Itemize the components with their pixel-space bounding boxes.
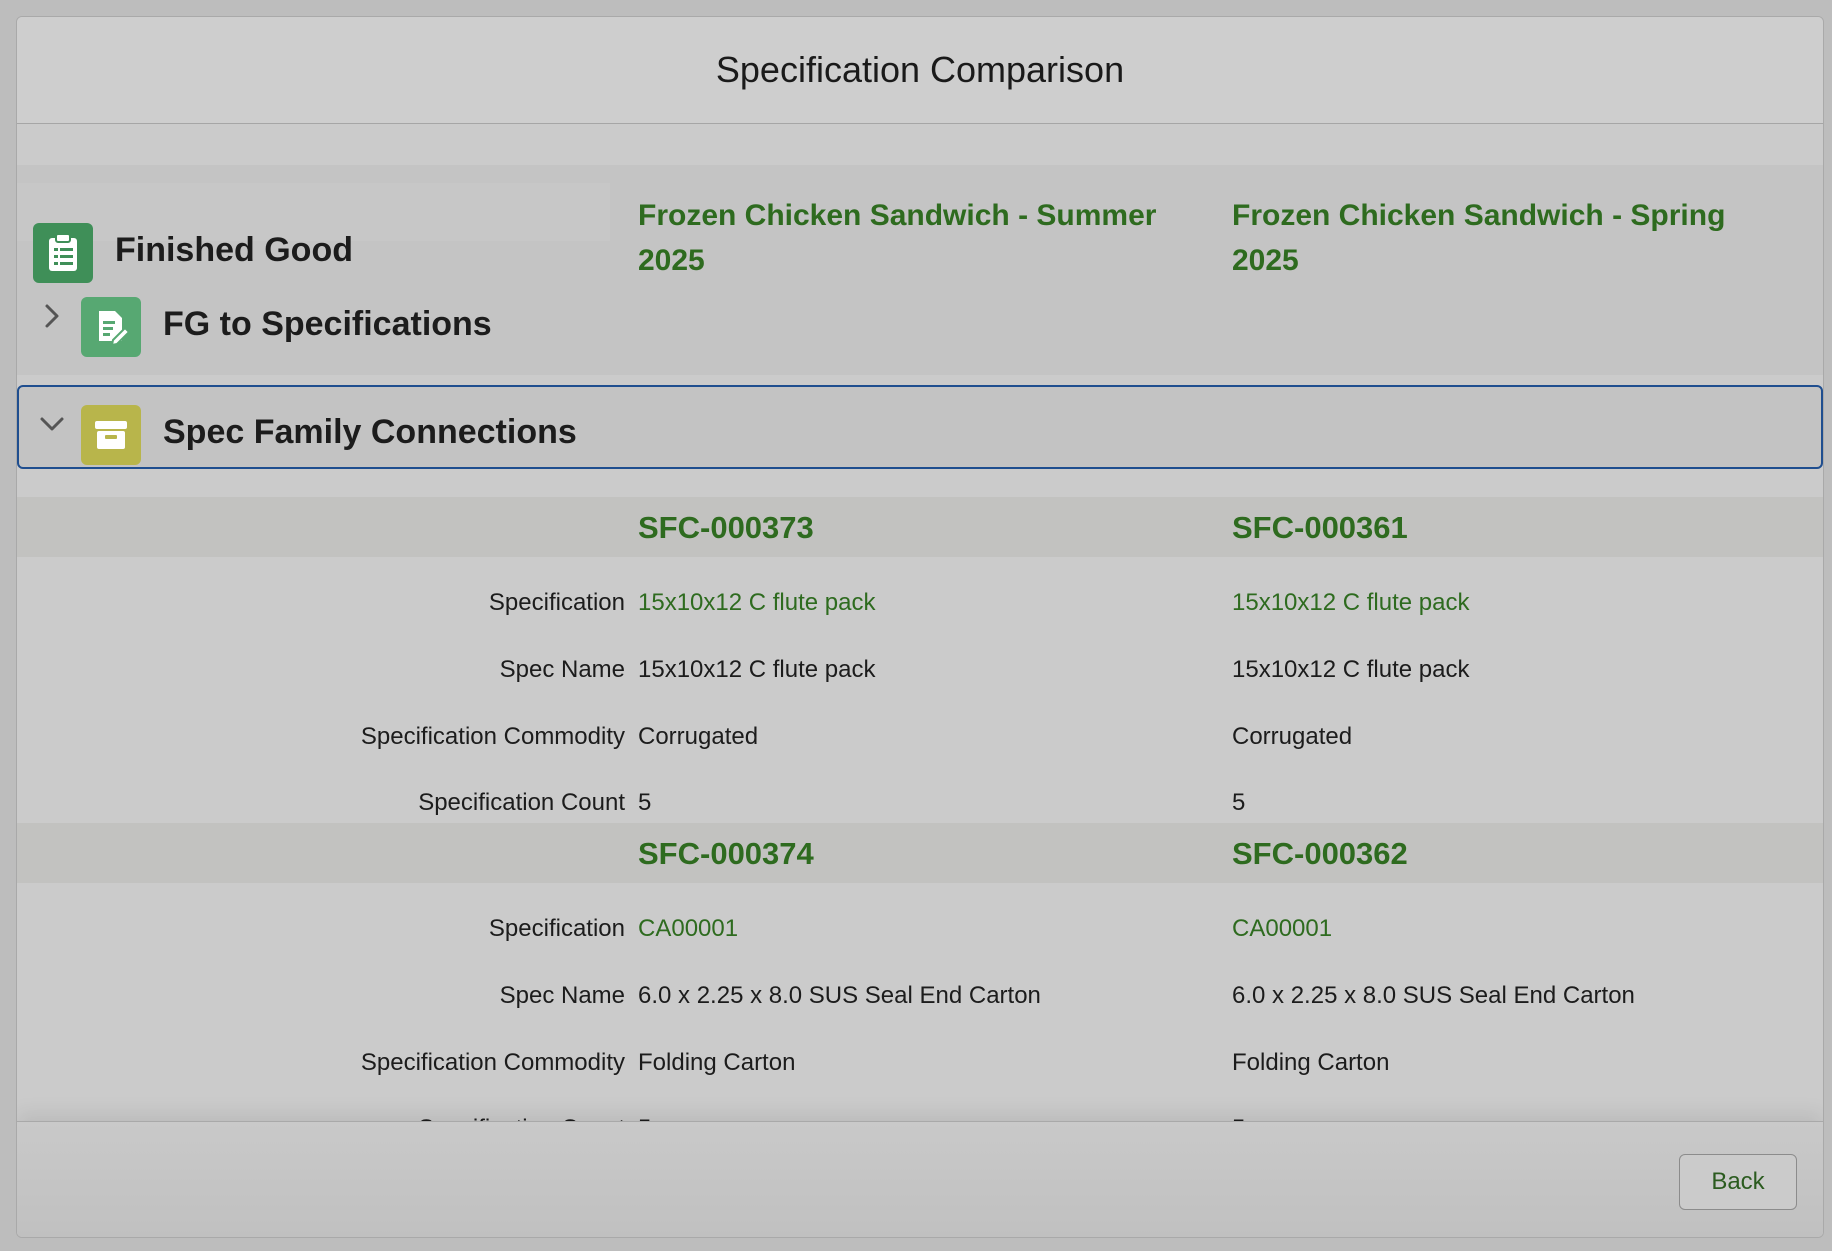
specification-link-left[interactable]: 15x10x12 C flute pack [638,589,875,617]
spec-name-label: Spec Name [499,982,625,1009]
spec-name-value-left: 6.0 x 2.25 x 8.0 SUS Seal End Carton [638,982,1041,1009]
spec-name-value-left: 15x10x12 C flute pack [638,656,876,683]
commodity-label: Specification Commodity [360,723,625,750]
record-id-left[interactable]: SFC-000374 [638,836,814,872]
specification-label: Specification [488,915,625,942]
modal-footer: Back [17,1121,1823,1237]
commodity-value-right: Corrugated [1232,723,1353,750]
chevron-down-icon[interactable] [37,409,67,439]
finished-good-title: Finished Good [115,231,353,269]
specification-link-right[interactable]: CA00001 [1232,915,1332,943]
comparison-modal: Specification Comparison Finished Good F… [16,16,1824,1238]
count-label: Specification Count [418,789,625,816]
commodity-value-right: Folding Carton [1232,1049,1390,1076]
commodity-value-left: Folding Carton [638,1049,796,1076]
commodity-value-left: Corrugated [638,723,759,750]
record-id-right[interactable]: SFC-000362 [1232,836,1408,872]
page-title: Specification Comparison [715,49,1125,90]
record-id-right[interactable]: SFC-000361 [1232,510,1408,546]
spec-family-connections-title: Spec Family Connections [163,413,577,451]
back-button[interactable]: Back [1679,1154,1797,1210]
comparison-content[interactable]: Finished Good Frozen Chicken Sandwich - … [17,123,1823,1133]
modal-header: Specification Comparison [17,17,1823,124]
record-header-band [17,497,1823,557]
record-id-left[interactable]: SFC-000373 [638,510,814,546]
spec-name-label: Spec Name [499,656,625,683]
spec-name-value-right: 15x10x12 C flute pack [1232,656,1470,683]
finished-good-column-right[interactable]: Frozen Chicken Sandwich - Spring 2025 [1232,193,1792,283]
count-value-right: 5 [1232,789,1246,816]
specification-link-right[interactable]: 15x10x12 C flute pack [1232,589,1469,617]
specification-link-left[interactable]: CA00001 [638,915,738,943]
chevron-right-icon[interactable] [37,301,67,331]
finished-good-column-left[interactable]: Frozen Chicken Sandwich - Summer 2025 [638,193,1198,283]
record-header-band [17,823,1823,883]
specification-label: Specification [488,589,625,616]
spec-name-value-right: 6.0 x 2.25 x 8.0 SUS Seal End Carton [1232,982,1635,1009]
count-value-left: 5 [638,789,652,816]
clipboard-icon [33,223,93,283]
fg-to-specifications-title: FG to Specifications [163,305,492,343]
document-edit-icon [81,297,141,357]
archive-box-icon [81,405,141,465]
commodity-label: Specification Commodity [360,1049,625,1076]
